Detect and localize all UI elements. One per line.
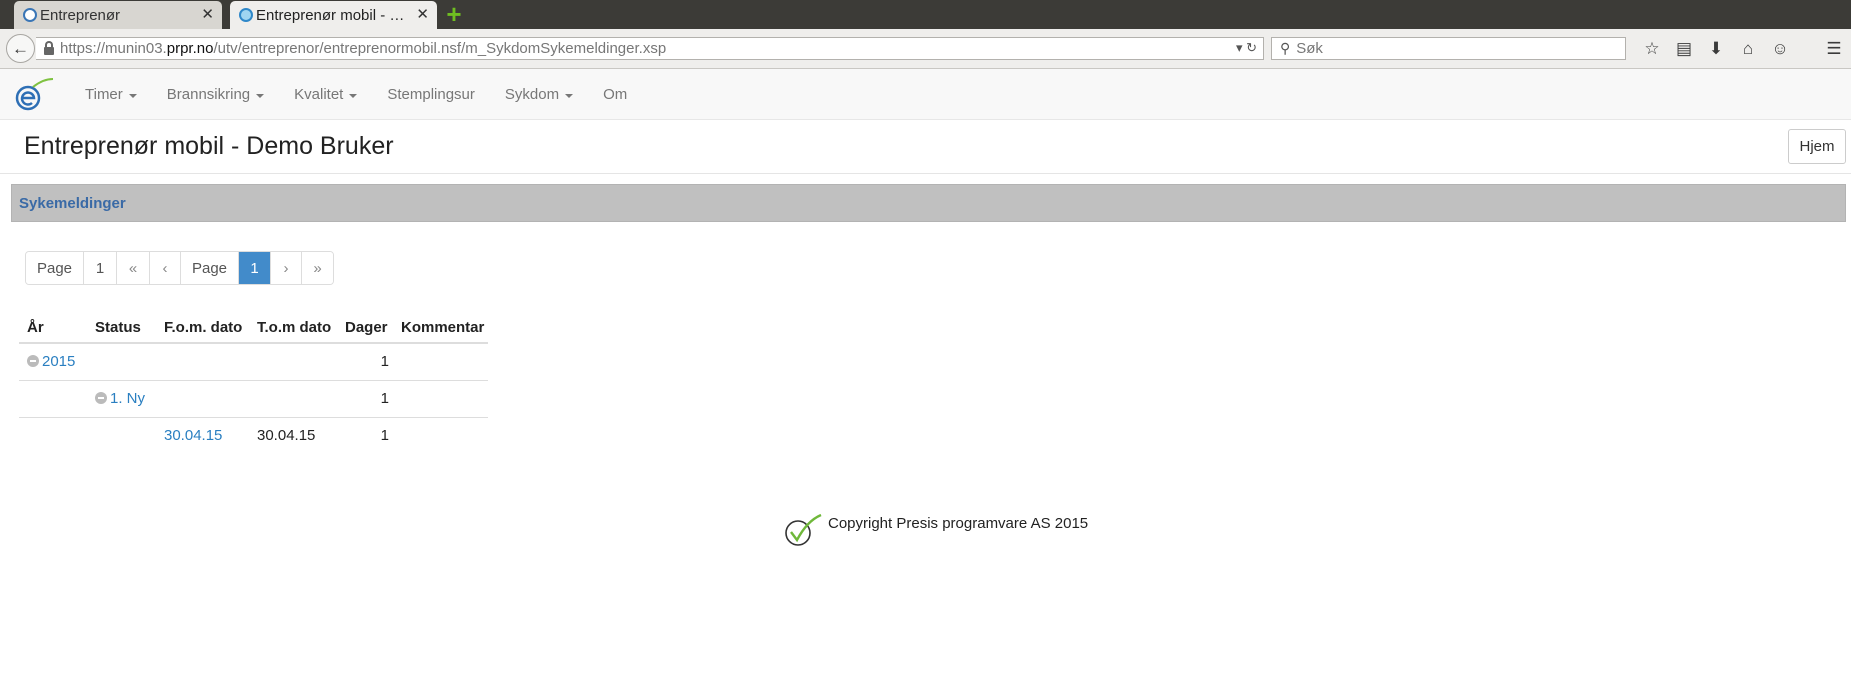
- pager-previous-button[interactable]: ‹: [150, 252, 181, 284]
- page-title: Entreprenør mobil - Demo Bruker: [24, 132, 394, 160]
- status-cell: 1. Ny: [87, 380, 156, 418]
- address-bar[interactable]: https://munin03.prpr.no/utv/entreprenor/…: [36, 37, 1264, 60]
- sick-leave-link[interactable]: 30.04.15: [164, 427, 222, 444]
- status-cell: [87, 343, 156, 381]
- pagination: Page 1 « ‹ Page 1 › »: [25, 251, 334, 285]
- table-row: 1. Ny 1: [19, 380, 488, 418]
- hamburger-menu-icon[interactable]: ☰: [1818, 37, 1850, 61]
- column-header-days[interactable]: Dager: [337, 312, 393, 344]
- footer: Copyright Presis programvare AS 2015: [783, 513, 1088, 547]
- section-header: Sykemeldinger: [11, 184, 1846, 222]
- caret-down-icon: [565, 93, 574, 98]
- tab-title: Entreprenør mobil - …: [256, 6, 405, 24]
- toolbar-icons: ☆ ▤ ⬇ ⌂ ☺ ☰: [1636, 37, 1850, 61]
- home-button[interactable]: Hjem: [1788, 129, 1846, 164]
- chat-icon[interactable]: ☺: [1764, 37, 1796, 61]
- pager-last-button[interactable]: »: [302, 252, 333, 284]
- menu-item-om[interactable]: Om: [588, 69, 642, 120]
- caret-down-icon: [256, 93, 265, 98]
- pager-page-label: Page: [181, 252, 239, 284]
- bookmark-star-icon[interactable]: ☆: [1636, 37, 1668, 61]
- from-date-cell: 30.04.15: [156, 417, 249, 454]
- pager-page-label: Page: [26, 252, 84, 284]
- comment-cell: [393, 417, 488, 454]
- table-row: 2015 1: [19, 343, 488, 381]
- section-title: Sykemeldinger: [19, 194, 126, 212]
- back-arrow-icon[interactable]: ←: [6, 34, 35, 63]
- pager-first-button[interactable]: «: [117, 252, 150, 284]
- browser-navigation-bar: ← https://munin03.prpr.no/utv/entrepreno…: [0, 29, 1851, 69]
- year-cell: 2015: [19, 343, 87, 381]
- from-date-cell: [156, 343, 249, 381]
- lock-icon: [44, 40, 54, 55]
- menu-item-stemplingsur[interactable]: Stemplingsur: [372, 69, 490, 120]
- menu-item-brannsikring[interactable]: Brannsikring: [152, 69, 279, 120]
- days-cell: 1: [337, 380, 393, 418]
- main-menu: Timer Brannsikring Kvalitet Stemplingsur…: [70, 69, 642, 120]
- checkmark-logo-icon: [785, 513, 822, 546]
- reload-icon[interactable]: ▾ ↻: [1236, 40, 1257, 56]
- app-navbar: Timer Brannsikring Kvalitet Stemplingsur…: [0, 69, 1851, 120]
- globe-favicon-icon: [239, 8, 253, 22]
- caret-down-icon: [128, 93, 137, 98]
- table-row: 30.04.15 30.04.15 1: [19, 417, 488, 454]
- caret-down-icon: [349, 93, 358, 98]
- menu-item-timer[interactable]: Timer: [70, 69, 152, 120]
- to-date-cell: 30.04.15: [257, 427, 316, 445]
- home-icon[interactable]: ⌂: [1732, 37, 1764, 61]
- sick-leave-table: År Status F.o.m. dato T.o.m dato Dager K…: [19, 312, 488, 454]
- download-icon[interactable]: ⬇: [1700, 37, 1732, 61]
- status-group-link[interactable]: 1. Ny: [110, 390, 145, 407]
- app-logo-icon[interactable]: [15, 77, 55, 111]
- days-cell: 1: [380, 427, 389, 445]
- column-header-to-date[interactable]: T.o.m dato: [249, 312, 337, 344]
- browser-tab-entreprenor[interactable]: Entreprenør ✕: [14, 1, 222, 29]
- column-header-year[interactable]: År: [19, 312, 87, 344]
- pager-page-number[interactable]: 1: [84, 252, 117, 284]
- pager-current-page[interactable]: 1: [239, 252, 271, 284]
- column-header-from-date[interactable]: F.o.m. dato: [156, 312, 249, 344]
- days-cell: 1: [337, 343, 393, 381]
- reading-list-icon[interactable]: ▤: [1668, 37, 1700, 61]
- browser-search-bar[interactable]: ⚲: [1271, 37, 1626, 60]
- copyright-text: Copyright Presis programvare AS 2015: [828, 514, 1089, 532]
- column-header-status[interactable]: Status: [87, 312, 156, 344]
- status-cell: [87, 417, 156, 454]
- year-cell: [19, 417, 87, 454]
- divider: [0, 173, 1851, 174]
- menu-item-sykdom[interactable]: Sykdom: [490, 69, 588, 120]
- close-tab-icon[interactable]: ✕: [201, 5, 214, 23]
- pager-next-button[interactable]: ›: [271, 252, 302, 284]
- to-date-cell: [249, 343, 337, 381]
- from-date-cell: [156, 380, 249, 418]
- to-date-cell: [249, 380, 337, 418]
- browser-tab-strip: Entreprenør ✕ Entreprenør mobil - … ✕ +: [0, 0, 1851, 29]
- search-icon: ⚲: [1280, 40, 1291, 56]
- browser-tab-entreprenor-mobil[interactable]: Entreprenør mobil - … ✕: [230, 1, 437, 29]
- comment-cell: [393, 380, 488, 418]
- menu-item-kvalitet[interactable]: Kvalitet: [279, 69, 372, 120]
- tab-title: Entreprenør: [40, 6, 121, 24]
- url-text: https://munin03.prpr.no/utv/entreprenor/…: [60, 40, 667, 57]
- search-input[interactable]: [1296, 40, 1597, 57]
- column-header-comment[interactable]: Kommentar: [393, 312, 488, 344]
- new-tab-plus-icon[interactable]: +: [443, 1, 465, 27]
- site-favicon-icon: [23, 8, 37, 22]
- collapse-minus-icon[interactable]: [27, 355, 39, 368]
- year-cell: [19, 380, 87, 418]
- comment-cell: [393, 343, 488, 381]
- year-group-link[interactable]: 2015: [42, 353, 75, 370]
- table-header-row: År Status F.o.m. dato T.o.m dato Dager K…: [19, 312, 488, 344]
- collapse-minus-icon[interactable]: [95, 392, 107, 404]
- close-tab-icon[interactable]: ✕: [416, 5, 429, 23]
